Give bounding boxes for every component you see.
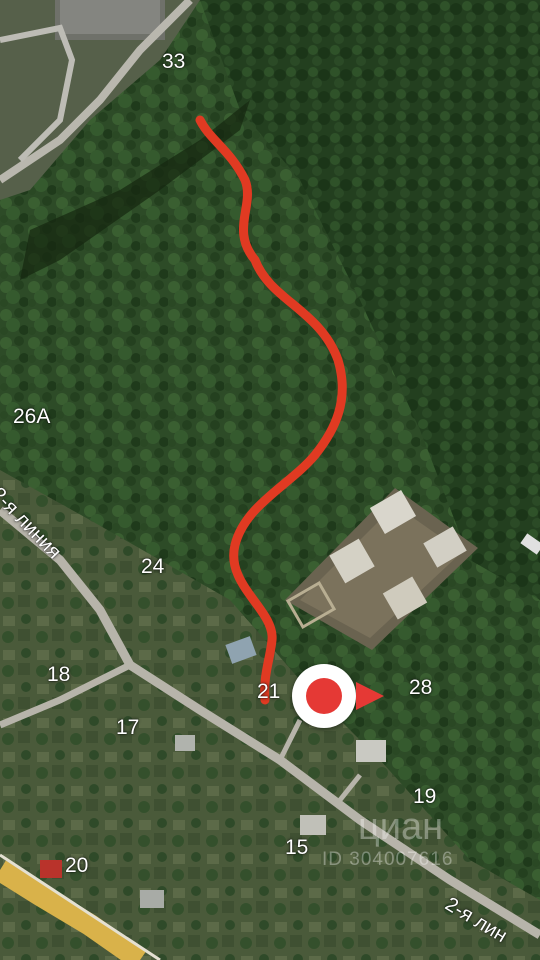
house-number-28: 28 [409,676,433,699]
location-marker-dot [306,678,342,714]
watermark-id: ID 304007616 [322,849,454,870]
house-number-19: 19 [413,785,437,808]
direction-arrow-icon [356,682,384,710]
house-number-33: 33 [162,50,186,73]
watermark-logo: циан [358,806,444,848]
house-number-20: 20 [65,854,89,877]
house-number-15: 15 [285,836,309,859]
house-number-21: 21 [257,680,281,703]
satellite-map[interactable]: 33 26А 24 18 17 21 28 19 15 20 2-я линия… [0,0,540,960]
satellite-imagery [0,0,540,960]
house-number-17: 17 [116,716,140,739]
house-number-18: 18 [47,663,71,686]
house-number-26a: 26А [13,405,51,428]
location-marker[interactable] [292,664,356,728]
house-number-24: 24 [141,555,165,578]
